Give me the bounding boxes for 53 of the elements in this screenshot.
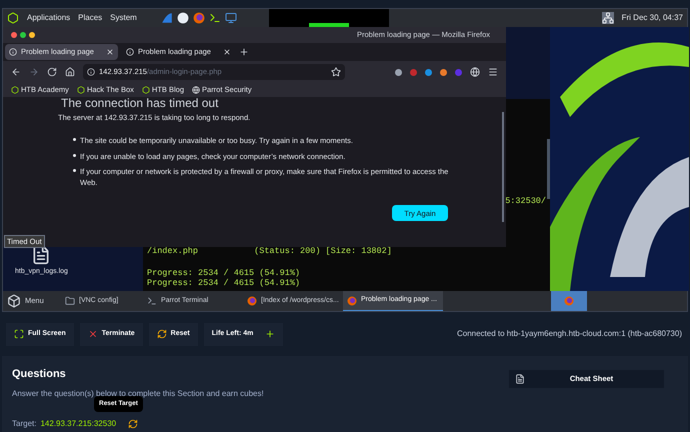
extension-icon[interactable]: [440, 68, 447, 76]
terminal-text: Progress: 2534 / 4615 (54.91%): [147, 278, 302, 288]
browser-logo-icon: [564, 296, 574, 306]
fullscreen-icon: [14, 329, 24, 339]
info-icon: [126, 48, 134, 56]
logo-icon: [7, 12, 19, 24]
plus-icon: [265, 329, 276, 339]
home-icon[interactable]: [65, 67, 75, 77]
extension-icon[interactable]: [410, 68, 417, 76]
panel-menu[interactable]: Applications: [27, 12, 70, 24]
bullet-icon: [73, 138, 76, 142]
error-heading: The connection has timed out: [61, 97, 218, 110]
extension-icon[interactable]: [425, 68, 432, 76]
document-icon: [515, 374, 525, 384]
panel-menu[interactable]: Places: [78, 12, 102, 24]
scrollbar[interactable]: [547, 139, 550, 199]
terminal-icon[interactable]: [208, 12, 221, 24]
terminal-text: Progress: 2534 / 4615 (54.91%): [147, 268, 302, 278]
target-address: 142.93.37.215:32530: [40, 418, 116, 430]
menu-icon[interactable]: [488, 67, 498, 77]
target-label: Target:: [12, 418, 36, 430]
new-tab-icon[interactable]: [239, 47, 249, 57]
close-icon[interactable]: [223, 48, 231, 56]
cpu-graph: [268, 9, 309, 27]
forward-icon[interactable]: [29, 67, 39, 77]
terminal-icon: [147, 296, 157, 306]
info-icon: [87, 68, 95, 76]
panel-menu[interactable]: System: [110, 12, 137, 24]
monitor-icon[interactable]: [224, 12, 237, 24]
window-icon: [65, 296, 75, 306]
network-graph: [348, 9, 389, 27]
section-title: Questions: [12, 367, 67, 382]
terminal-text: /index.php (Status: 200) [Size: 13802]: [147, 246, 392, 256]
browser-logo-icon: [247, 296, 257, 306]
terminal-text: 5:32530/: [505, 195, 546, 208]
bullet-icon: [73, 154, 76, 156]
reload-icon[interactable]: [47, 67, 57, 77]
extension-icon[interactable]: [395, 68, 402, 76]
network-icon[interactable]: [602, 12, 614, 24]
back-icon[interactable]: [11, 67, 21, 77]
browser-logo-icon: [192, 12, 205, 24]
close-icon: [88, 329, 98, 339]
browser-logo-icon: [347, 296, 357, 306]
connection-status: Connected to htb-1yaym6engh.htb-cloud.com:1 (htb-ac680730): [456, 328, 682, 340]
bookmark-star-icon[interactable]: [331, 67, 341, 77]
bullet-icon: [73, 168, 76, 172]
scrollbar[interactable]: [502, 112, 504, 222]
close-icon[interactable]: [106, 48, 114, 56]
info-icon: [9, 48, 17, 56]
clock[interactable]: Fri Dec 30, 04:37: [622, 12, 683, 24]
refresh-icon: [156, 329, 167, 339]
refresh-icon[interactable]: [128, 418, 138, 428]
file-icon[interactable]: [31, 245, 52, 265]
